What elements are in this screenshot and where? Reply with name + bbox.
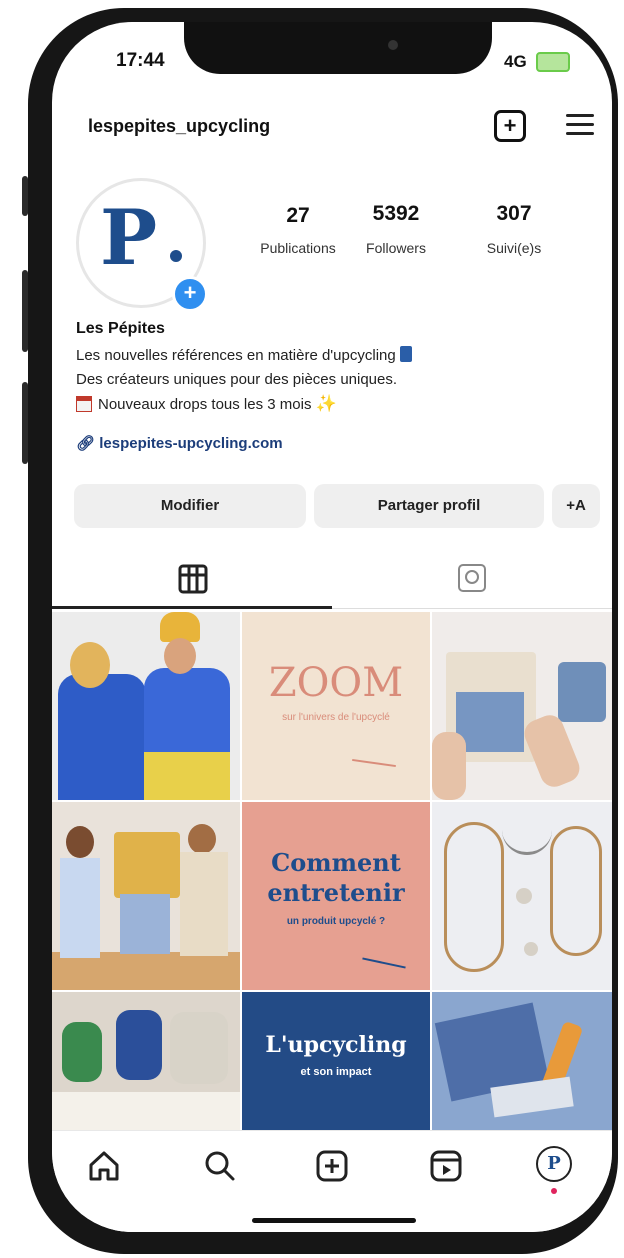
jacket-yellow-panel [144,752,230,800]
arrow-icon [362,957,406,969]
necklace [444,822,504,972]
battery-icon [536,52,570,72]
necklace [502,812,552,855]
profile-name: Les Pépites [76,320,165,337]
care-subtitle: un produit upcyclé ? [286,916,386,927]
mute-switch [22,176,28,216]
followers-count[interactable]: 5392 [346,202,446,226]
grid-post-1[interactable] [52,612,240,800]
following-label: Suivi(e)s [486,240,542,256]
new-post-button[interactable]: + [494,110,526,142]
person-navy [116,1010,162,1080]
link-icon: 🔗︎ [76,435,96,452]
brand-logo: P [100,193,158,282]
grid-post-5[interactable]: Comment entretenir un produit upcyclé ? [242,802,430,990]
grid-post-9[interactable] [432,992,612,1130]
sparkle-icon: ✨ [315,394,337,413]
care-title-line-2: entretenir [267,878,405,907]
active-tab-indicator [52,606,332,609]
person-sitting [120,894,170,954]
bio-line-2: Des créateurs uniques pour des pièces un… [76,371,398,388]
arrow-icon [352,758,396,768]
reels-icon[interactable] [428,1148,464,1184]
bio-line-1: Les nouvelles références en matière d'up… [76,347,396,364]
person-body [180,852,228,956]
clothing-rack [114,832,180,898]
network-label: 4G [504,52,527,71]
volume-up-button [22,270,28,352]
status-time: 17:44 [116,50,165,71]
tagged-icon[interactable] [458,564,486,592]
denim-scrap [558,662,606,722]
profile-bio: Les nouvelles références en matière d'up… [76,344,596,417]
book-icon [399,346,412,362]
add-story-icon[interactable]: + [172,276,208,312]
person-head [70,642,110,688]
person-head [66,826,94,858]
impact-subtitle: et son impact [300,1066,372,1078]
grid-post-2[interactable]: ZOOM sur l'univers de l'upcyclé [242,612,430,800]
menu-icon[interactable] [566,114,594,141]
earring [524,942,538,956]
grid-icon[interactable] [178,564,208,594]
logo-dot [170,250,182,262]
grid-post-7[interactable] [52,992,240,1130]
grid-post-4[interactable] [52,802,240,990]
create-icon[interactable] [314,1148,350,1184]
profile-username[interactable]: lespepites_upcycling [88,116,270,137]
search-icon[interactable] [202,1148,238,1184]
zoom-title: ZOOM [268,660,404,706]
care-title-line-1: Comment [271,848,401,877]
notification-dot [551,1188,557,1194]
person-light [170,1012,228,1084]
followers-label: Followers [366,240,426,256]
grid-post-8[interactable]: L'upcycling et son impact [242,992,430,1130]
home-indicator [252,1218,416,1223]
calendar-icon [76,396,92,412]
hand [520,711,584,791]
table [52,1092,240,1130]
discover-people-button[interactable]: +A [552,484,600,528]
necklace [550,826,602,956]
share-profile-button[interactable]: Partager profil [314,484,544,528]
edit-profile-button[interactable]: Modifier [74,484,306,528]
grid-post-6[interactable] [432,802,612,990]
person-head [188,824,216,854]
impact-title: L'upcycling [265,1032,407,1058]
following-count[interactable]: 307 [464,202,564,226]
grid-post-3[interactable] [432,612,612,800]
person-body [60,858,100,958]
hand [432,732,466,800]
posts-label: Publications [260,240,336,256]
app-screen: 17:44 4G lespepites_upcycling + P + 27 P… [52,22,612,1232]
person-green [62,1022,102,1082]
posts-count[interactable]: 27 [248,204,348,228]
zoom-subtitle: sur l'univers de l'upcyclé [282,712,390,723]
profile-link-text[interactable]: lespepites-upcycling.com [99,435,282,452]
volume-down-button [22,382,28,464]
profile-icon[interactable]: P [536,1146,572,1182]
person-head [164,638,196,674]
denim-pocket [456,692,524,752]
camera [388,40,398,50]
bio-line-3: Nouveaux drops tous les 3 mois [98,396,312,413]
profile-link[interactable]: 🔗︎ lespepites-upcycling.com [76,434,283,452]
tab-divider [332,608,612,609]
earring [516,888,532,904]
home-icon[interactable] [86,1148,122,1184]
person-jacket-blue [58,674,146,800]
notch [184,22,492,74]
